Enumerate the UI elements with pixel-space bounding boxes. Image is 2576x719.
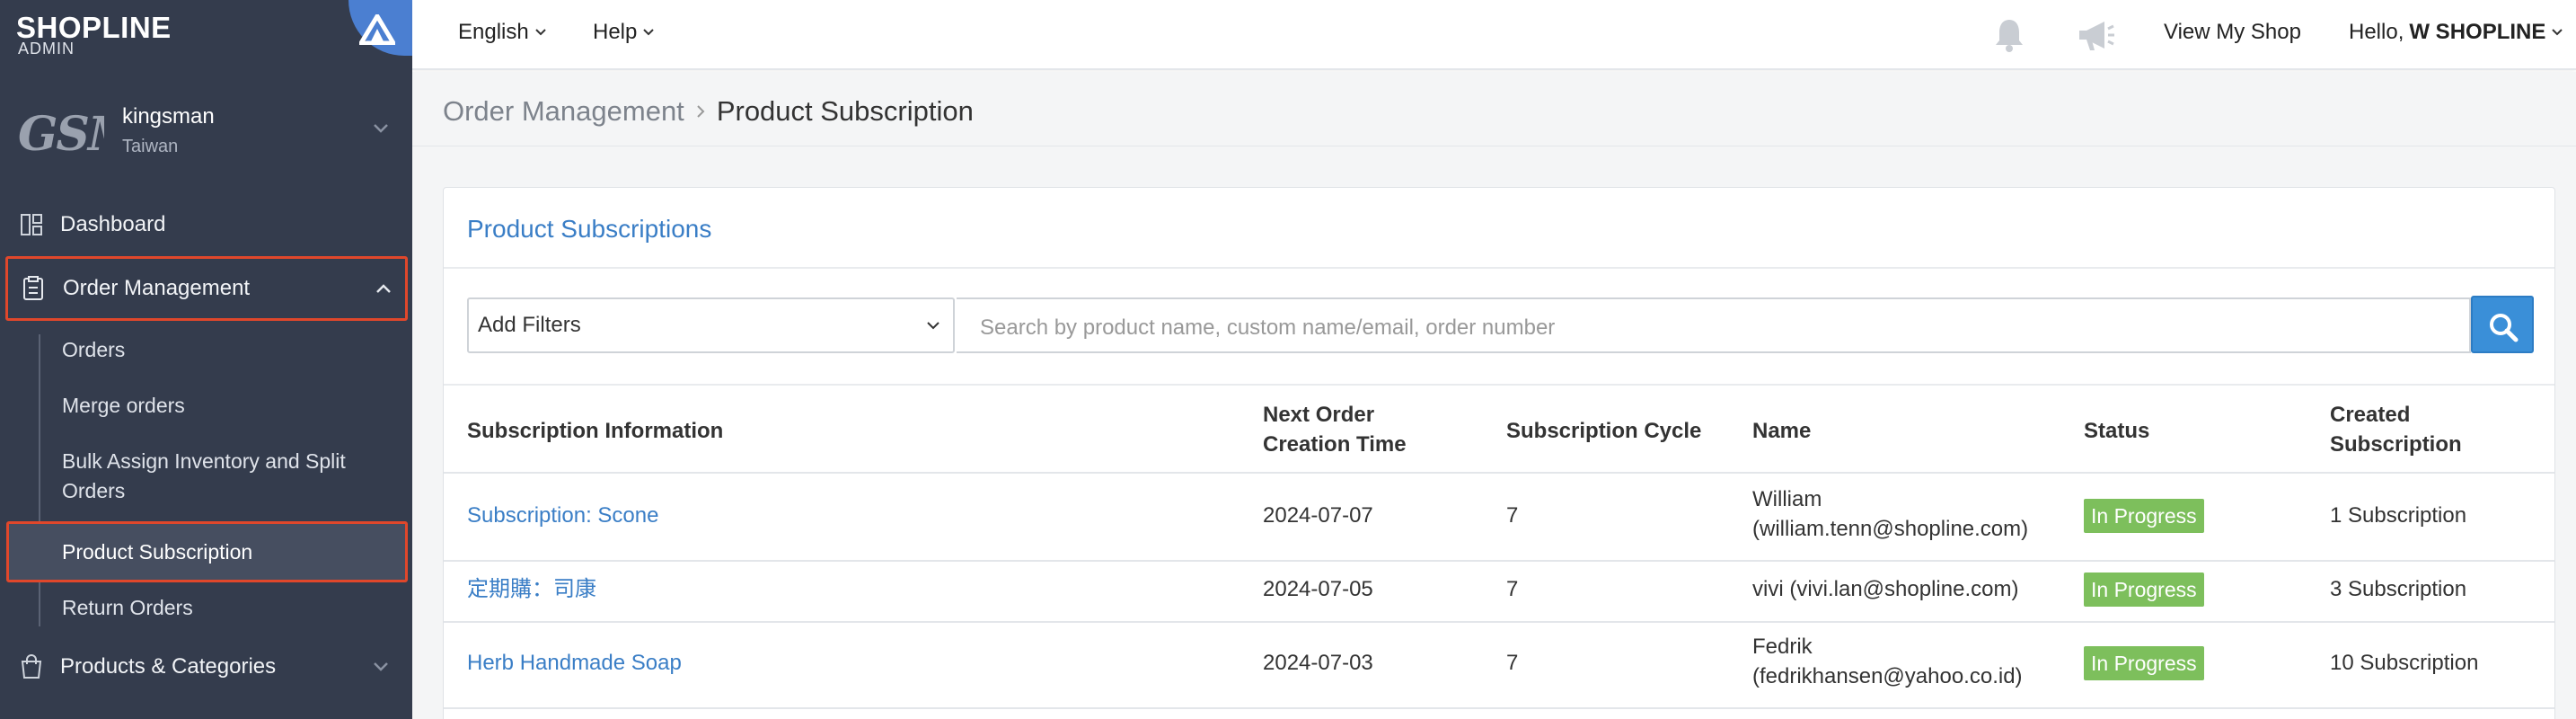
sidebar-item-products-categories[interactable]: Products & Categories xyxy=(0,645,412,688)
subscription-link[interactable]: Herb Handmade Soap xyxy=(467,648,682,678)
chevron-up-icon xyxy=(376,284,391,293)
subscriptions-panel: Product Subscriptions Add Filters Search… xyxy=(443,187,2555,719)
submenu-guide-line xyxy=(39,334,40,626)
chevron-down-icon xyxy=(927,322,940,330)
sidebar-subitem-bulk-assign[interactable]: Bulk Assign Inventory and Split Orders xyxy=(62,447,394,506)
sidebar-subitem-merge-orders[interactable]: Merge orders xyxy=(62,391,185,421)
next-order-date: 2024-07-05 xyxy=(1263,577,1373,601)
language-dropdown[interactable]: English xyxy=(458,20,547,45)
subscription-link[interactable]: 定期購：司康 xyxy=(467,574,596,604)
search-input[interactable]: Search by product name, custom name/emai… xyxy=(957,297,2471,353)
column-header-created-subscription: Created Subscription xyxy=(2330,403,2462,457)
created-subscription-count: 10 Subscription xyxy=(2330,651,2479,675)
customer-name: William (william.tenn@shopline.com) xyxy=(1752,487,2029,541)
breadcrumb-parent[interactable]: Order Management xyxy=(443,95,684,128)
help-dropdown[interactable]: Help xyxy=(593,20,655,45)
next-order-date: 2024-07-03 xyxy=(1263,651,1373,675)
subscription-link[interactable]: Subscription: Scone xyxy=(467,501,658,530)
status-badge: In Progress xyxy=(2084,646,2204,680)
customer-name: Fedrik (fedrikhansen@yahoo.co.id) xyxy=(1752,635,2023,688)
logo-subtitle: ADMIN xyxy=(18,40,75,58)
divider xyxy=(444,621,2554,623)
created-subscription-count: 1 Subscription xyxy=(2330,503,2467,528)
search-button[interactable] xyxy=(2471,296,2534,353)
shopping-bag-icon xyxy=(21,654,42,679)
column-header-name: Name xyxy=(1752,419,1812,443)
sidebar-subitem-orders[interactable]: Orders xyxy=(62,335,125,365)
shopline-logo[interactable]: SHOPLINE xyxy=(16,13,172,42)
column-header-next-order-creation-time: Next Order Creation Time xyxy=(1263,403,1407,457)
store-name: kingsman xyxy=(122,104,215,129)
brand-mark-icon xyxy=(359,14,395,45)
chevron-down-icon xyxy=(374,662,388,671)
greeting-text: Hello, xyxy=(2349,20,2404,44)
sidebar-item-label: Dashboard xyxy=(60,212,166,236)
sidebar-item-order-management[interactable]: Order Management xyxy=(5,256,408,321)
clipboard-icon xyxy=(23,276,43,300)
sidebar-subitem-product-subscription[interactable]: Product Subscription xyxy=(6,521,408,582)
divider xyxy=(444,560,2554,562)
megaphone-icon[interactable] xyxy=(2076,18,2115,54)
sidebar-subitem-return-orders[interactable]: Return Orders xyxy=(62,593,193,623)
sidebar-subitem-label: Product Subscription xyxy=(62,539,253,564)
user-name: W SHOPLINE xyxy=(2409,20,2546,44)
subscription-cycle: 7 xyxy=(1506,651,1519,675)
created-subscription-count: 3 Subscription xyxy=(2330,577,2467,601)
status-badge: In Progress xyxy=(2084,573,2204,607)
chevron-down-icon xyxy=(643,29,655,36)
app-switcher-badge[interactable] xyxy=(348,0,412,56)
store-switcher[interactable]: GSM kingsman Taiwan xyxy=(0,90,412,180)
dashboard-icon xyxy=(21,214,42,235)
sidebar-item-dashboard[interactable]: Dashboard xyxy=(0,203,412,246)
chevron-right-icon xyxy=(697,105,705,118)
column-header-subscription-cycle: Subscription Cycle xyxy=(1506,419,1702,443)
sidebar-item-label: Products & Categories xyxy=(60,654,277,679)
next-order-date: 2024-07-07 xyxy=(1263,503,1373,528)
main-content: Order Management Product Subscription Pr… xyxy=(412,72,2576,719)
divider xyxy=(444,472,2554,474)
bell-icon[interactable] xyxy=(1991,16,2027,54)
breadcrumb: Order Management Product Subscription xyxy=(443,95,974,128)
subscription-cycle: 7 xyxy=(1506,577,1519,601)
subscription-cycle: 7 xyxy=(1506,503,1519,528)
column-header-subscription-information: Subscription Information xyxy=(467,419,724,443)
customer-name: vivi (vivi.lan@shopline.com) xyxy=(1752,577,2019,601)
add-filters-select[interactable]: Add Filters xyxy=(467,297,955,353)
divider xyxy=(444,267,2554,269)
search-icon xyxy=(2490,314,2519,342)
panel-title: Product Subscriptions xyxy=(467,215,712,243)
filter-label: Add Filters xyxy=(478,313,581,337)
breadcrumb-current: Product Subscription xyxy=(716,95,974,127)
chevron-down-icon xyxy=(535,29,546,36)
divider xyxy=(444,707,2554,709)
store-logo: GSM xyxy=(18,107,104,162)
sidebar-item-label: Order Management xyxy=(63,276,251,300)
search-placeholder: Search by product name, custom name/emai… xyxy=(980,315,1556,340)
help-label: Help xyxy=(593,20,638,44)
divider xyxy=(444,384,2554,386)
column-header-status: Status xyxy=(2084,419,2150,443)
chevron-down-icon xyxy=(2552,29,2563,36)
view-my-shop-link[interactable]: View My Shop xyxy=(2164,20,2301,45)
store-region: Taiwan xyxy=(122,137,179,156)
chevron-down-icon xyxy=(374,124,388,133)
status-badge: In Progress xyxy=(2084,499,2204,533)
language-label: English xyxy=(458,20,529,44)
sidebar: SHOPLINE ADMIN GSM kingsman Taiwan Dashb… xyxy=(0,0,412,719)
top-bar: English Help View My Shop Hello, W SHOPL… xyxy=(412,0,2576,70)
user-menu[interactable]: Hello, W SHOPLINE xyxy=(2349,20,2563,45)
